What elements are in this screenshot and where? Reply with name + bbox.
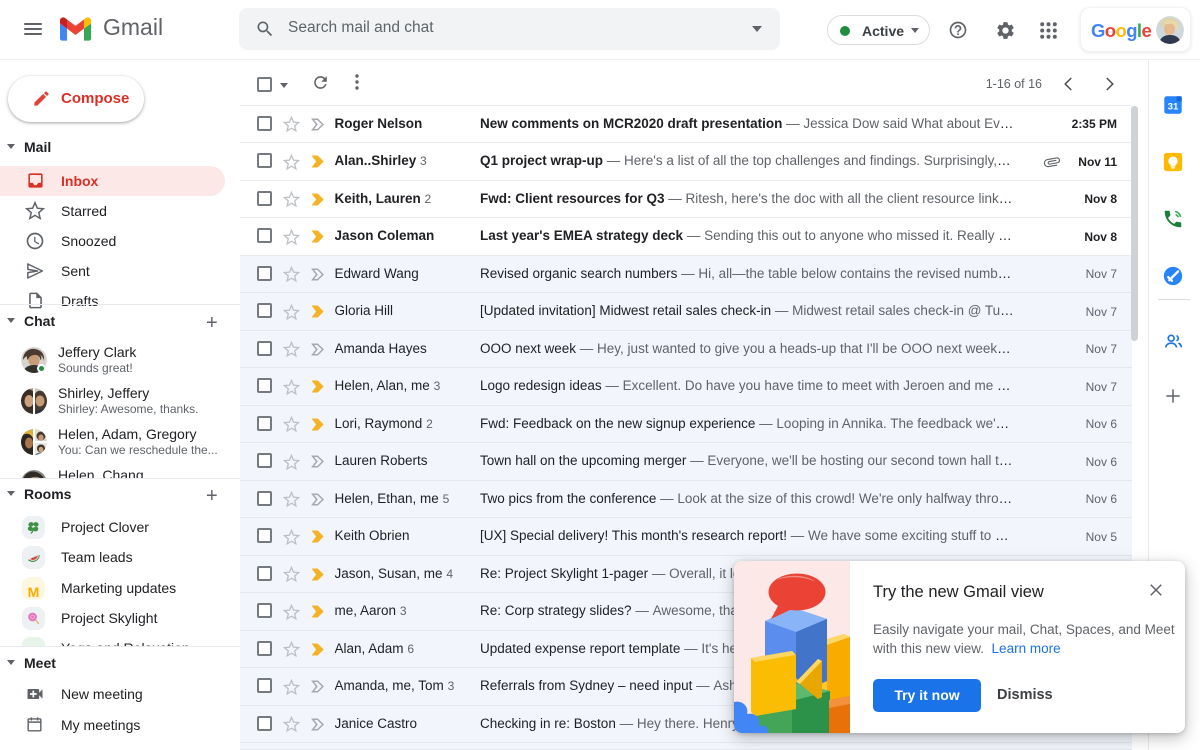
svg-text:31: 31 [1168,102,1179,113]
